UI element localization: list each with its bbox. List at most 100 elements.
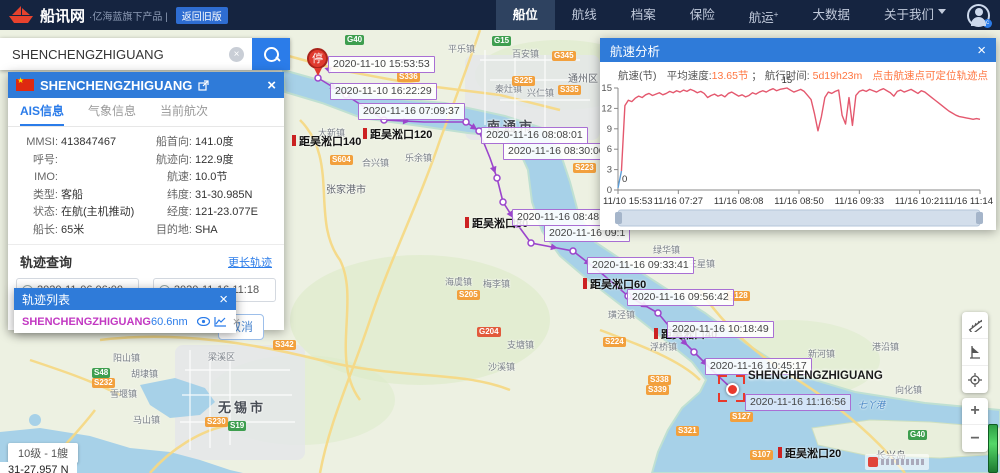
map-town-label: 马山镇 [133,413,160,426]
road-badge: S230 [205,417,228,427]
return-old-version-button[interactable]: 返回旧版 [176,7,228,24]
remove-track-icon[interactable]: × [233,314,241,329]
road-badge: S336 [397,72,420,82]
map-town-label: 无锡市 [218,397,266,416]
longer-track-link[interactable]: 更长轨迹 [228,254,272,270]
density-scale-bar[interactable] [988,424,998,473]
ship-position-marker[interactable] [726,383,739,396]
ais-fields: MMSI:413847467呼号:IMO:类型:客船状态:在航(主机推动)船长:… [8,127,284,244]
measure-ruler-button[interactable] [962,312,988,339]
road-badge: S338 [648,375,671,385]
locate-button[interactable] [962,366,988,393]
close-ship-panel-icon[interactable]: × [267,78,276,93]
map-town-label: 张家港市 [326,181,366,196]
track-list-item[interactable]: SHENCHENGZHIGUANG 60.6nm × [14,310,236,333]
nav-item-航运[interactable]: 航运+ [732,0,796,30]
road-badge: S205 [457,290,480,300]
tab-当前航次[interactable]: 当前航次 [160,98,208,126]
map-town-label: 梁溪区 [208,350,235,363]
nav-item-保险[interactable]: 保险 [673,0,732,30]
map-town-label: 阳山镇 [113,351,140,364]
map-town-label: 梅李镇 [483,277,510,290]
field-row: 航速:10.0节 [140,169,278,187]
waypoint-timestamp-label[interactable]: 2020-11-10 15:53:53 [328,56,435,73]
field-row: 经度:121-23.077E [140,204,278,222]
parked-pin-marker[interactable]: 停 [307,48,328,69]
distance-marker-label: 距吴淞口20 [778,445,841,461]
road-badge: S232 [92,378,115,388]
tab-气象信息[interactable]: 气象信息 [88,98,136,126]
waypoint-timestamp-label[interactable]: 2020-11-16 10:18:49 [667,321,774,338]
clear-search-icon[interactable]: × [229,47,244,62]
avatar-badge: c [983,19,992,28]
waypoint-timestamp-label[interactable]: 2020-11-16 09:56:42 [627,289,734,306]
zoom-in-button[interactable]: + [962,398,988,425]
map-town-label: 通州区 [568,70,598,85]
waypoint-timestamp-label[interactable]: 2020-11-16 07:09:37 [358,103,465,120]
tab-AIS信息[interactable]: AIS信息 [20,98,64,126]
nav-item-关于我们[interactable]: 关于我们 [867,0,963,30]
nav-item-大数据[interactable]: 大数据 [795,0,867,30]
road-badge: S127 [730,412,753,422]
waypoint-timestamp-label[interactable]: 2020-11-16 08:30:00 [503,143,610,160]
map-town-label: 海虞镇 [445,275,472,288]
speed-chart-icon[interactable] [214,316,227,327]
field-row: 目的地:SHA [140,222,278,240]
chevron-down-icon [938,9,946,18]
field-row: MMSI:413847467 [14,134,140,152]
road-badge: S342 [273,340,296,350]
close-track-list-icon[interactable]: × [219,292,228,307]
road-badge: S335 [558,85,581,95]
map-attribution [865,454,929,470]
svg-text:11/16 10:21: 11/16 10:21 [895,196,944,207]
waypoint-timestamp-label[interactable]: 2020-11-16 11:16:56 [745,394,851,411]
road-badge: S19 [228,421,246,431]
waypoint-timestamp-label[interactable]: 2020-11-16 09:33:41 [587,257,694,274]
waypoint-timestamp-label[interactable]: 2020-11-10 16:22:29 [330,83,437,100]
search-input[interactable] [0,38,229,70]
map-town-label: 兴仁镇 [527,86,554,99]
svg-text:11/16 09:33: 11/16 09:33 [835,196,884,207]
logo[interactable]: 船讯网 ·亿海蓝旗下产品 | 返回旧版 [0,5,228,26]
crosshair-icon [968,373,982,387]
mark-flag-button[interactable] [962,339,988,366]
map-town-label: 港沿镇 [872,340,899,353]
nav-item-航线[interactable]: 航线 [555,0,614,30]
top-navbar: 船讯网 ·亿海蓝旗下产品 | 返回旧版 船位航线档案保险航运+大数据关于我们 c [0,0,1000,30]
road-badge: G40 [345,35,364,45]
road-badge: S321 [676,426,699,436]
zoom-out-button[interactable]: − [962,425,988,452]
search-button[interactable] [252,38,290,70]
map-town-label: 向化镇 [895,383,922,396]
map-town-label: 乐余镇 [405,151,432,164]
visibility-eye-icon[interactable] [197,317,210,326]
svg-text:9: 9 [607,124,612,135]
external-link-icon[interactable] [198,80,209,91]
map-town-label: 胡埭镇 [131,367,158,380]
road-badge: G15 [492,36,511,46]
speed-panel-subheader: 航速(节) 平均速度:13.65节 ； 航行时间: 5d19h23m 点击航速点… [600,68,996,83]
ship-title: SHENCHENGZHIGUANG [40,78,192,93]
svg-text:11/16 08:50: 11/16 08:50 [774,196,823,207]
nav-item-档案[interactable]: 档案 [614,0,673,30]
svg-text:6: 6 [607,144,612,155]
nav-item-船位[interactable]: 船位 [496,0,555,30]
speed-stats: 平均速度:13.65节 ； 航行时间: 5d19h23m [667,68,863,83]
map-town-label: 百安镇 [512,47,539,60]
site-name: 船讯网 [40,5,85,26]
track-list-title: 轨迹列表 [22,291,70,308]
field-row: 纬度:31-30.985N [140,187,278,205]
road-badge: G345 [552,51,576,61]
map-town-label: 支塘镇 [507,338,534,351]
china-flag-icon [16,79,34,91]
waypoint-timestamp-label[interactable]: 2020-11-16 08:08:01 [481,127,588,144]
speed-analysis-panel: 0369121511/10 15:5311/16 07:2711/16 08:0… [600,38,996,230]
speed-chart[interactable]: 0369121511/10 15:5311/16 07:2711/16 08:0… [600,38,996,230]
track-distance: 60.6nm [151,316,188,328]
field-row: 状态:在航(主机推动) [14,204,140,222]
main-menu: 船位航线档案保险航运+大数据关于我们 [496,0,963,30]
field-row: IMO: [14,169,140,187]
ship-logo-icon [8,5,34,25]
road-badge: S223 [573,163,596,173]
user-avatar[interactable]: c [967,4,990,27]
